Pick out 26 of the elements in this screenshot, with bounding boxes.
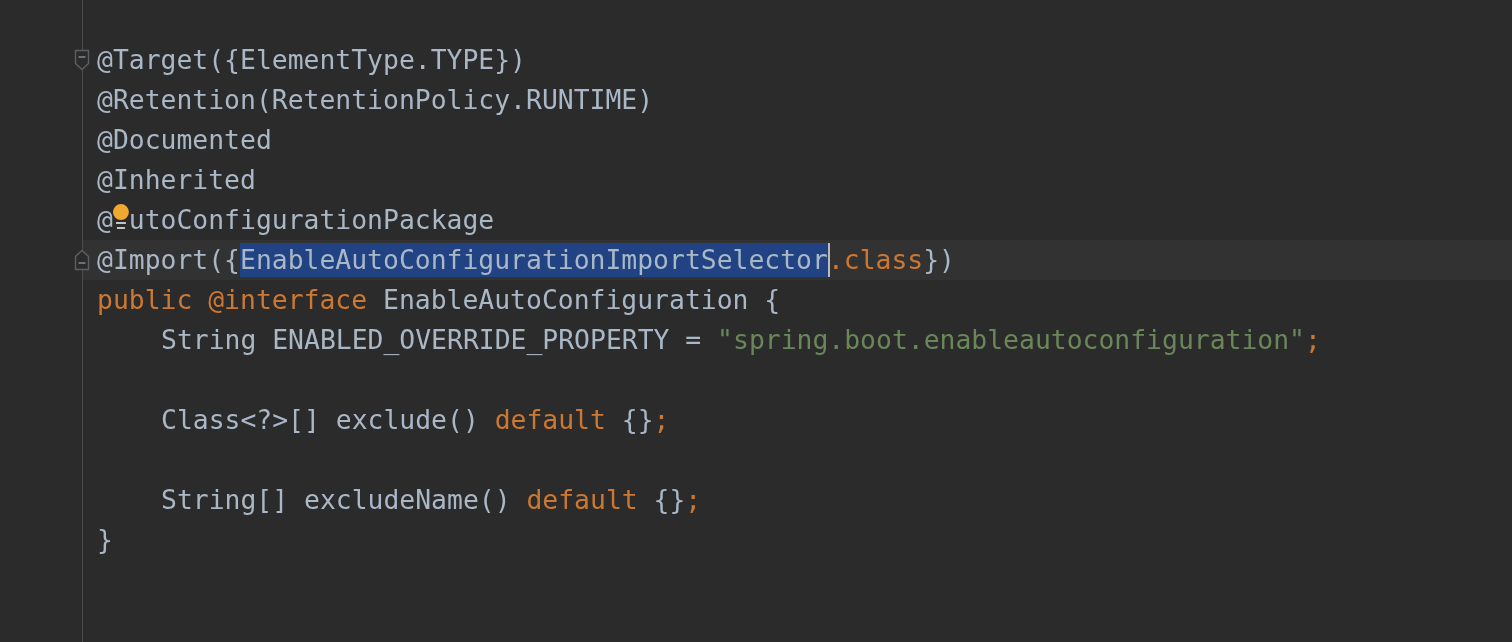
code-token: ;	[685, 483, 702, 517]
code-token: ;	[653, 403, 670, 437]
code-token: @Import({	[97, 243, 240, 277]
code-token: .class	[827, 243, 924, 277]
code-token: utoConfigurationPackage	[128, 203, 495, 237]
code-token: }	[97, 523, 113, 557]
code-token: @	[97, 203, 113, 237]
code-token: ;	[1305, 323, 1321, 357]
code-token: "spring.boot.enableautoconfiguration"	[717, 323, 1305, 357]
code-token: @Documented	[97, 123, 272, 157]
code-token: public @interface	[97, 283, 368, 317]
code-token: default	[494, 403, 606, 437]
code-token: {}	[621, 403, 654, 437]
code-token: @Target({ElementType.TYPE})	[97, 43, 526, 77]
code-token: Class<?>[] exclude()	[161, 403, 479, 437]
code-token: @Retention(RetentionPolicy.RUNTIME)	[97, 83, 654, 117]
code-token: })	[923, 243, 955, 277]
selected-text: EnableAutoConfigurationImportSelector	[240, 243, 828, 277]
code-token: {}	[653, 483, 686, 517]
code-token: EnableAutoConfiguration {	[383, 283, 781, 317]
code-token: @Inherited	[97, 163, 256, 197]
fold-icon[interactable]	[74, 249, 90, 271]
fold-icon[interactable]	[74, 49, 90, 71]
code-token: String[] excludeName()	[161, 483, 511, 517]
code-token: default	[526, 483, 638, 517]
code-token: String ENABLED_OVERRIDE_PROPERTY =	[161, 323, 702, 357]
